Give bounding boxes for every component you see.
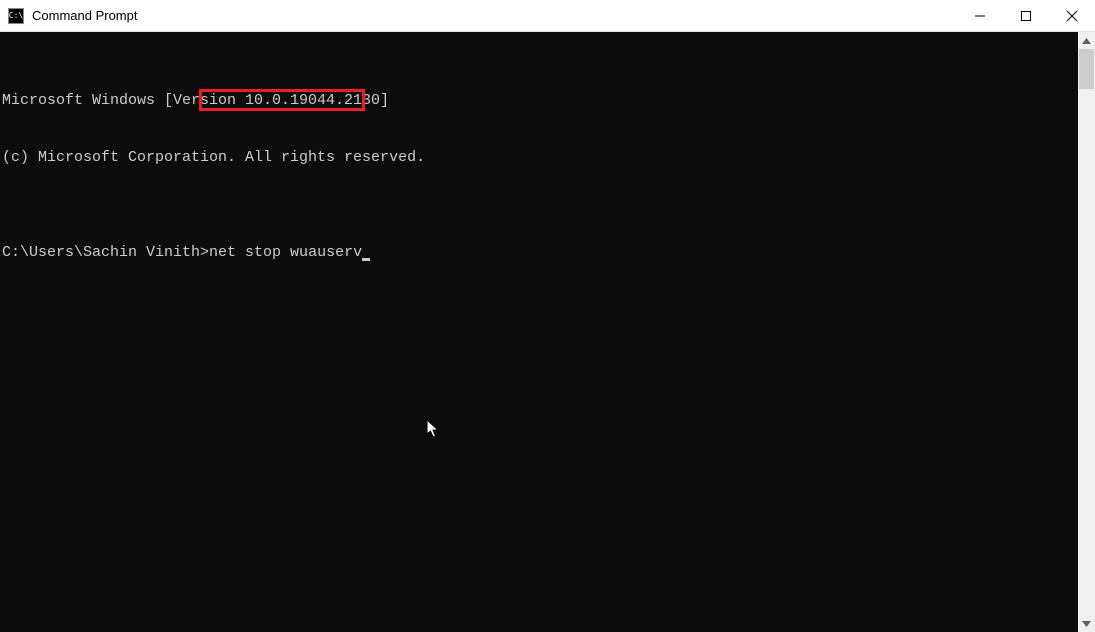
content-row: Microsoft Windows [Version 10.0.19044.21… <box>0 32 1095 632</box>
window-title: Command Prompt <box>32 8 957 23</box>
scroll-up-arrow-icon[interactable] <box>1078 32 1095 49</box>
app-icon: C:\ <box>8 8 24 24</box>
window-controls <box>957 0 1095 31</box>
terminal-area[interactable]: Microsoft Windows [Version 10.0.19044.21… <box>0 32 1078 632</box>
titlebar[interactable]: C:\ Command Prompt <box>0 0 1095 32</box>
close-button[interactable] <box>1049 0 1095 31</box>
terminal-input[interactable] <box>0 32 1078 632</box>
scroll-down-arrow-icon[interactable] <box>1078 615 1095 632</box>
vertical-scrollbar[interactable] <box>1078 32 1095 632</box>
scroll-thumb[interactable] <box>1079 49 1094 89</box>
scroll-track[interactable] <box>1078 49 1095 615</box>
minimize-button[interactable] <box>957 0 1003 31</box>
maximize-button[interactable] <box>1003 0 1049 31</box>
command-prompt-window: C:\ Command Prompt Microsoft Windows [Ve… <box>0 0 1095 632</box>
